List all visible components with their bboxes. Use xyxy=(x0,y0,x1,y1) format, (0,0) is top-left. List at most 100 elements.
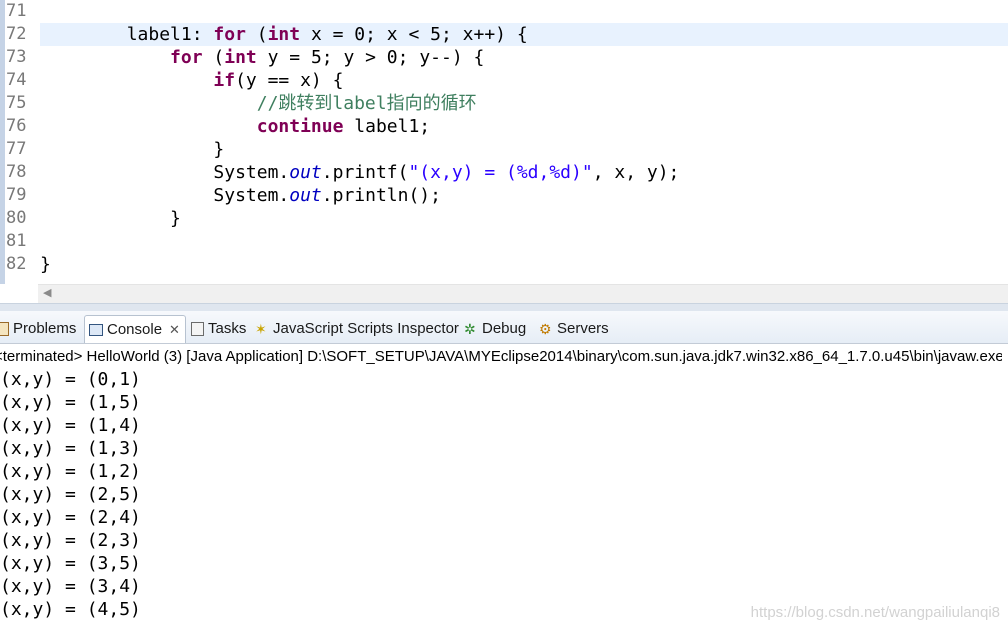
code-text: } xyxy=(40,138,1008,161)
code-line[interactable]: 76 continue label1; xyxy=(0,115,1008,138)
console-output-line: (x,y) = (1,5) xyxy=(0,392,141,413)
tab-js-inspector-label: JavaScript Scripts Inspector xyxy=(273,320,459,337)
token-text: .printf( xyxy=(321,162,409,183)
code-line[interactable]: 72 label1: for (int x = 0; x < 5; x++) { xyxy=(0,23,1008,46)
token-kw: int xyxy=(267,24,301,45)
tab-problems-label: Problems xyxy=(13,320,77,337)
code-line[interactable]: 81 xyxy=(0,230,1008,253)
line-number: 73 xyxy=(6,47,27,67)
token-kw: continue xyxy=(256,116,344,137)
console-status: <terminated> HelloWorld (3) [Java Applic… xyxy=(0,348,1002,365)
tab-servers-label: Servers xyxy=(557,320,609,337)
code-line[interactable]: 75 //跳转到label指向的循环 xyxy=(0,92,1008,115)
code-text: } xyxy=(40,207,1008,230)
token-kw: if xyxy=(213,70,236,91)
token-text: x = 0; x < 5; x++) { xyxy=(300,24,528,45)
line-number: 74 xyxy=(6,70,27,90)
token-kw: int xyxy=(224,47,257,68)
console-output-line: (x,y) = (3,5) xyxy=(0,553,141,574)
tab-console-label: Console xyxy=(107,320,163,338)
token-text: y = 5; y > 0; y--) { xyxy=(256,47,485,68)
line-number: 71 xyxy=(6,1,27,21)
javascript-inspector-icon: ✶ xyxy=(255,321,267,337)
tab-problems[interactable]: Problems xyxy=(0,316,76,342)
tab-debug-label: Debug xyxy=(482,320,527,337)
problems-icon xyxy=(0,322,9,336)
line-number: 82 xyxy=(6,254,27,274)
console-output-line: (x,y) = (3,4) xyxy=(0,576,141,597)
line-number: 75 xyxy=(6,93,27,113)
code-line[interactable]: 80 } xyxy=(0,207,1008,230)
token-text: } xyxy=(40,208,181,229)
line-number: 72 xyxy=(6,24,27,44)
code-line[interactable]: 74 if(y == x) { xyxy=(0,69,1008,92)
tab-tasks-label: Tasks xyxy=(208,320,247,337)
line-number: 78 xyxy=(6,162,27,182)
token-str: "(x,y) = (%d,%d)" xyxy=(408,162,593,183)
token-text: ( xyxy=(202,47,225,68)
code-line[interactable]: 79 System.out.println(); xyxy=(0,184,1008,207)
token-fld: out xyxy=(289,185,322,206)
code-text: if(y == x) { xyxy=(40,69,1008,92)
console-icon xyxy=(89,323,103,336)
line-number: 76 xyxy=(6,116,27,136)
token-fld: out xyxy=(289,162,322,183)
code-text: System.out.println(); xyxy=(40,184,1008,207)
code-line[interactable]: 71 xyxy=(0,0,1008,23)
console-output-line: (x,y) = (2,3) xyxy=(0,530,141,551)
token-text: label1; xyxy=(343,116,431,137)
console-output-line: (x,y) = (1,4) xyxy=(0,415,141,436)
token-text: } xyxy=(40,139,225,160)
tasks-icon xyxy=(191,322,204,336)
console-output: (x,y) = (0,1) (x,y) = (1,5) (x,y) = (1,4)(… xyxy=(0,368,1008,621)
code-line[interactable]: 82} xyxy=(0,253,1008,276)
bottom-panel-tabbar: Problems Console ✕ Tasks ✶ JavaScript Sc… xyxy=(0,311,1008,344)
token-text: ( xyxy=(245,24,268,45)
code-text: System.out.printf("(x,y) = (%d,%d)", x, … xyxy=(40,161,1008,184)
scroll-left-arrow-icon[interactable]: ◀ xyxy=(43,286,51,299)
code-text: } xyxy=(40,253,1008,276)
watermark: https://blog.csdn.net/wangpailiulanqi8 xyxy=(750,604,1000,621)
code-editor[interactable]: 71 72 label1: for (int x = 0; x < 5; x++)… xyxy=(0,0,1008,284)
token-text: (y == x) { xyxy=(235,70,344,91)
code-line[interactable]: 77 } xyxy=(0,138,1008,161)
code-text: for (int y = 5; y > 0; y--) { xyxy=(40,46,1008,69)
code-text: continue label1; xyxy=(40,115,1008,138)
console-output-line: (x,y) = (2,5) xyxy=(0,484,141,505)
line-number: 80 xyxy=(6,208,27,228)
code-lines: 71 72 label1: for (int x = 0; x < 5; x++)… xyxy=(0,0,1008,276)
tab-console[interactable]: Console ✕ xyxy=(84,315,186,343)
token-kw: for xyxy=(170,47,203,68)
horizontal-scrollbar[interactable]: ◀ xyxy=(38,284,1008,303)
code-text: //跳转到label指向的循环 xyxy=(40,92,1008,115)
tab-javascript-scripts-inspector[interactable]: ✶ JavaScript Scripts Inspector xyxy=(255,316,459,342)
console-view[interactable]: <terminated> HelloWorld (3) [Java Applic… xyxy=(0,344,1008,627)
console-output-line: (x,y) = (0,1) xyxy=(0,369,141,390)
token-text: } xyxy=(40,254,51,275)
console-output-line: (x,y) = (1,2) xyxy=(0,461,141,482)
code-line[interactable]: 78 System.out.printf("(x,y) = (%d,%d)", … xyxy=(0,161,1008,184)
line-number: 79 xyxy=(6,185,27,205)
tab-tasks[interactable]: Tasks xyxy=(191,316,246,342)
close-icon[interactable]: ✕ xyxy=(169,317,180,343)
token-kw: for xyxy=(213,24,246,45)
debug-icon: ✲ xyxy=(464,321,476,337)
tab-servers[interactable]: ⚙ Servers xyxy=(539,316,609,342)
console-output-line: (x,y) = (1,3) xyxy=(0,438,141,459)
token-text: , x, y); xyxy=(592,162,680,183)
token-text: System. xyxy=(40,185,290,206)
code-text: label1: for (int x = 0; x < 5; x++) { xyxy=(40,23,1008,46)
line-number: 77 xyxy=(6,139,27,159)
token-cm: //跳转到label指向的循环 xyxy=(256,93,477,114)
token-text: label1: xyxy=(40,24,214,45)
code-line[interactable]: 73 for (int y = 5; y > 0; y--) { xyxy=(0,46,1008,69)
tab-debug[interactable]: ✲ Debug xyxy=(464,316,526,342)
line-number: 81 xyxy=(6,231,27,251)
console-output-line: (x,y) = (2,4) xyxy=(0,507,141,528)
